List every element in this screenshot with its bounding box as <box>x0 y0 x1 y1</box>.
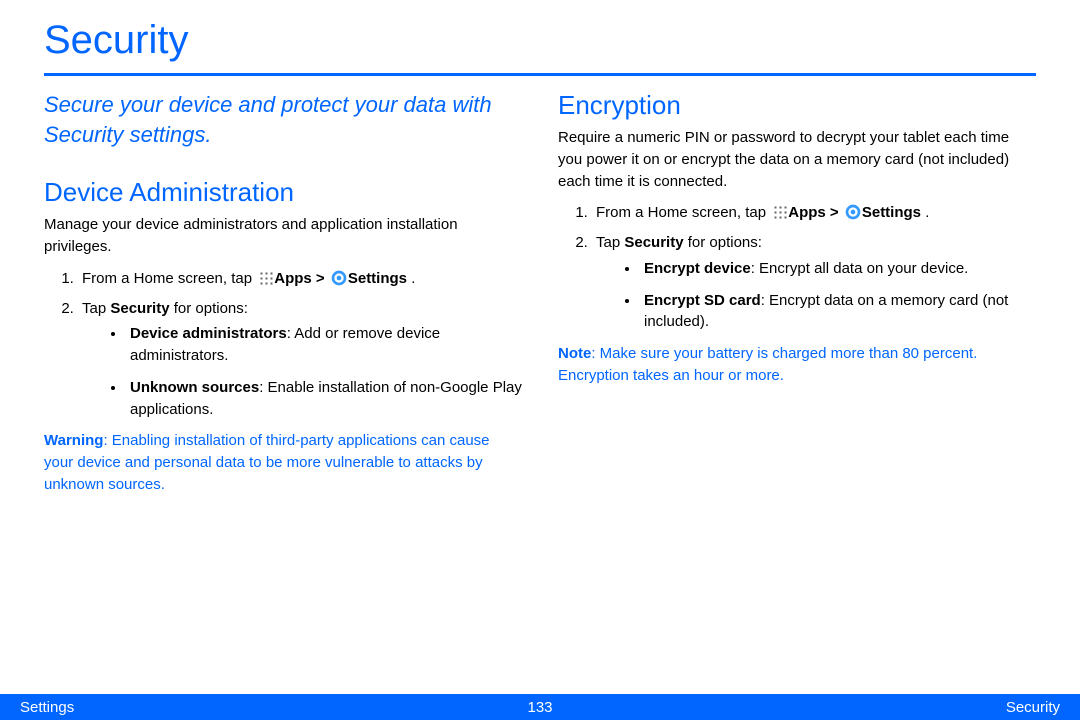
step-suffix: for options: <box>170 300 248 317</box>
step-item: Tap Security for options: Device adminis… <box>78 298 522 421</box>
section-heading-encryption: Encryption <box>558 90 1036 121</box>
step-bold: Security <box>624 234 683 251</box>
apps-label: Apps > <box>788 204 843 221</box>
step-text: From a Home screen, tap <box>82 270 256 287</box>
option-name: Device administrators <box>130 325 287 342</box>
warning-text: : Enabling installation of third-party a… <box>44 432 490 493</box>
step-text: From a Home screen, tap <box>596 204 770 221</box>
step-text: Tap <box>82 300 110 317</box>
right-column: Encryption Require a numeric PIN or pass… <box>558 90 1036 496</box>
device-admin-intro: Manage your device administrators and ap… <box>44 214 522 258</box>
list-item: Encrypt SD card: Encrypt data on a memor… <box>640 290 1036 334</box>
step-suffix: for options: <box>684 234 762 251</box>
step-suffix: . <box>407 270 415 287</box>
encryption-intro: Require a numeric PIN or password to dec… <box>558 127 1036 192</box>
device-admin-steps: From a Home screen, tap Apps > Settings … <box>44 268 522 421</box>
option-name: Encrypt device <box>644 260 751 277</box>
device-admin-options: Device administrators: Add or remove dev… <box>82 323 522 420</box>
page-footer: Settings 133 Security <box>0 694 1080 720</box>
encryption-note: Note: Make sure your battery is charged … <box>558 343 1036 387</box>
apps-label: Apps > <box>274 270 329 287</box>
encryption-options: Encrypt device: Encrypt all data on your… <box>596 258 1036 333</box>
step-text: Tap <box>596 234 624 251</box>
step-suffix: . <box>921 204 929 221</box>
warning-note: Warning: Enabling installation of third-… <box>44 430 522 495</box>
left-column: Secure your device and protect your data… <box>44 90 522 496</box>
step-bold: Security <box>110 300 169 317</box>
apps-icon <box>258 270 273 285</box>
page-title: Security <box>0 0 1080 73</box>
list-item: Encrypt device: Encrypt all data on your… <box>640 258 1036 280</box>
footer-page-number: 133 <box>527 699 552 716</box>
step-item: From a Home screen, tap Apps > Settings … <box>78 268 522 290</box>
option-desc: : Encrypt all data on your device. <box>751 260 969 277</box>
list-item: Device administrators: Add or remove dev… <box>126 323 522 367</box>
step-item: Tap Security for options: Encrypt device… <box>592 232 1036 333</box>
warning-label: Warning <box>44 432 103 449</box>
settings-label: Settings <box>348 270 407 287</box>
settings-icon <box>845 204 861 220</box>
footer-right: Security <box>1006 699 1060 716</box>
encryption-steps: From a Home screen, tap Apps > Settings … <box>558 202 1036 333</box>
apps-icon <box>772 204 787 219</box>
settings-label: Settings <box>862 204 921 221</box>
section-heading-device-admin: Device Administration <box>44 177 522 208</box>
list-item: Unknown sources: Enable installation of … <box>126 377 522 421</box>
content-columns: Secure your device and protect your data… <box>0 76 1080 496</box>
footer-left: Settings <box>20 699 74 716</box>
note-text: : Make sure your battery is charged more… <box>558 345 977 384</box>
step-item: From a Home screen, tap Apps > Settings … <box>592 202 1036 224</box>
page-tagline: Secure your device and protect your data… <box>44 90 522 149</box>
note-label: Note <box>558 345 591 362</box>
option-name: Encrypt SD card <box>644 292 761 309</box>
settings-icon <box>331 270 347 286</box>
option-name: Unknown sources <box>130 379 259 396</box>
